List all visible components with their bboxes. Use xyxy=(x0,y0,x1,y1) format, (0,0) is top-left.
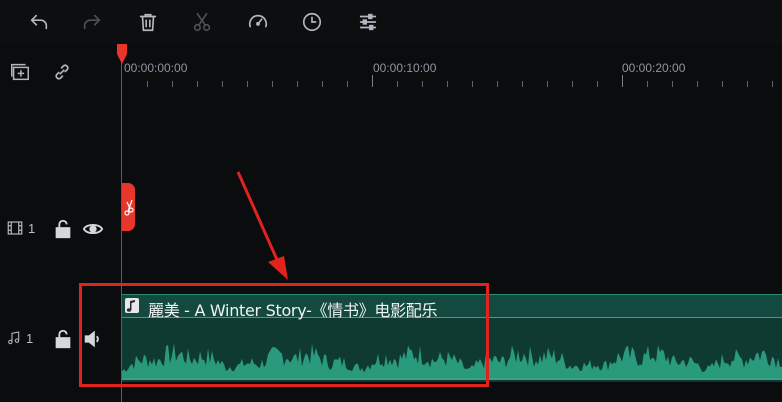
audio-track-lock-button[interactable] xyxy=(49,325,77,353)
ruler-tick xyxy=(622,75,623,87)
ruler-tick xyxy=(297,81,298,87)
ruler-tick xyxy=(722,81,723,87)
ruler-tick xyxy=(222,81,223,87)
ruler-tick xyxy=(322,81,323,87)
ruler-tick xyxy=(597,81,598,87)
ruler-tick xyxy=(697,81,698,87)
ruler-tick xyxy=(522,81,523,87)
ruler-tick xyxy=(647,81,648,87)
ruler-tick xyxy=(372,75,373,87)
ruler-tick xyxy=(772,81,773,87)
sliders-icon xyxy=(359,13,377,31)
playhead-handle[interactable] xyxy=(117,44,127,64)
film-icon xyxy=(7,221,23,235)
eye-icon xyxy=(82,223,104,235)
ruler-tick xyxy=(422,81,423,87)
speed-button[interactable] xyxy=(244,8,272,36)
ruler-tick xyxy=(347,81,348,87)
ruler-tick xyxy=(397,81,398,87)
audio-track-index: 1 xyxy=(26,330,34,346)
ruler-tick xyxy=(147,81,148,87)
ruler-tick xyxy=(197,81,198,87)
timeline-ruler[interactable]: 00:00:00:00 00:00:10:00 00:00:20:00 xyxy=(122,44,782,94)
link-button[interactable] xyxy=(48,58,76,86)
audio-track-header: 1 xyxy=(6,329,33,347)
music-note-icon xyxy=(8,331,20,345)
video-track-lock-button[interactable] xyxy=(49,215,77,243)
clock-icon xyxy=(302,12,322,32)
ruler-tick xyxy=(447,81,448,87)
cut-button[interactable] xyxy=(188,8,216,36)
video-track-visibility-button[interactable] xyxy=(79,215,107,243)
adjust-button[interactable] xyxy=(354,8,382,36)
split-scissors-button[interactable] xyxy=(122,183,135,231)
add-track-icon xyxy=(11,63,29,81)
add-track-button[interactable] xyxy=(6,58,34,86)
ruler-tick xyxy=(247,81,248,87)
timeline-toolbar xyxy=(0,0,782,44)
timecode-label: 00:00:20:00 xyxy=(622,61,686,75)
ruler-tick xyxy=(547,81,548,87)
ruler-tick xyxy=(472,81,473,87)
duration-button[interactable] xyxy=(298,8,326,36)
undo-button[interactable] xyxy=(25,8,53,36)
redo-button[interactable] xyxy=(78,8,106,36)
video-track-header: 1 xyxy=(6,219,35,237)
ruler-tick xyxy=(747,81,748,87)
ruler-tick xyxy=(497,81,498,87)
timecode-label: 00:00:00:00 xyxy=(124,61,188,75)
video-track-index: 1 xyxy=(28,220,36,236)
undo-icon xyxy=(30,14,48,30)
link-icon xyxy=(55,64,69,80)
redo-icon xyxy=(83,14,101,30)
timecode-label: 00:00:10:00 xyxy=(373,61,437,75)
ruler-tick xyxy=(672,81,673,87)
scissors-icon xyxy=(193,12,211,32)
unlock-icon xyxy=(55,329,71,349)
highlight-box xyxy=(79,283,489,387)
unlock-icon xyxy=(55,219,71,239)
scissors-icon xyxy=(123,199,134,216)
speedometer-icon xyxy=(248,14,268,28)
ruler-tick xyxy=(172,81,173,87)
trash-icon xyxy=(139,13,157,32)
delete-button[interactable] xyxy=(134,8,162,36)
ruler-tick xyxy=(272,81,273,87)
ruler-tick xyxy=(572,81,573,87)
